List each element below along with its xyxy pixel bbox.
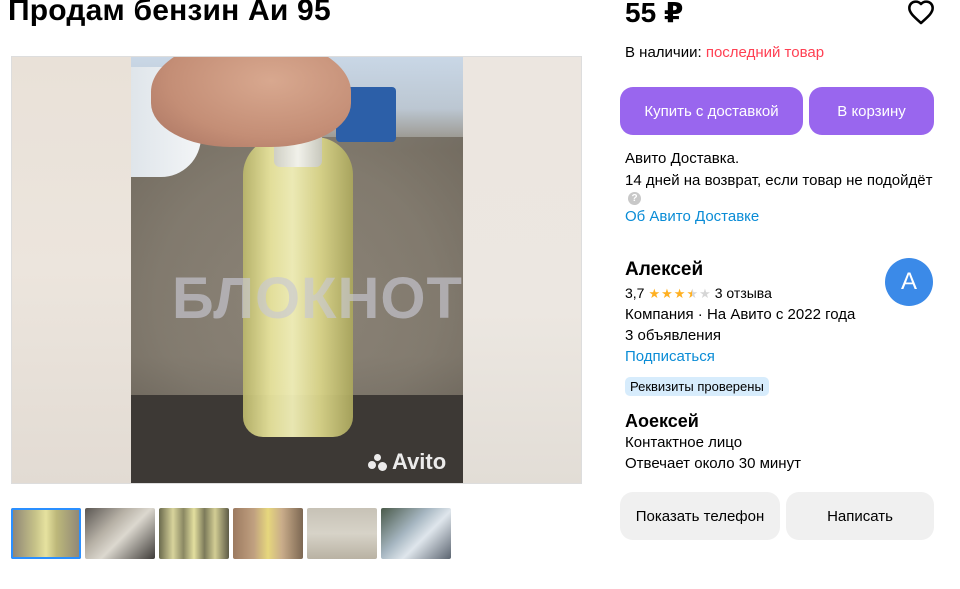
thumbnail-5[interactable] (307, 508, 377, 559)
reviews-count: 3 отзыва (714, 285, 772, 301)
verified-details-badge: Реквизиты проверены (625, 377, 769, 396)
buy-with-delivery-button[interactable]: Купить с доставкой (620, 87, 803, 135)
contact-response-time: Отвечает около 30 минут (625, 455, 801, 472)
info-icon[interactable]: ? (628, 192, 641, 205)
star-half-icon: ★ (686, 285, 699, 301)
subscribe-link[interactable]: Подписаться (625, 348, 715, 365)
delivery-line-2: 14 дней на возврат, если товар не подойд… (625, 172, 933, 189)
availability-status: последний товар (705, 44, 825, 61)
show-phone-button[interactable]: Показать телефон (620, 492, 780, 540)
availability: В наличии: последний товар (625, 44, 824, 61)
add-to-cart-button[interactable]: В корзину (809, 87, 934, 135)
write-message-button[interactable]: Написать (786, 492, 934, 540)
about-delivery-link[interactable]: Об Авито Доставке (625, 208, 759, 225)
thumbnail-strip (11, 508, 451, 559)
delivery-info: Авито Доставка. 14 дней на возврат, если… (625, 148, 933, 192)
price: 55 ₽ (625, 0, 684, 28)
rating-value: 3,7 (625, 285, 645, 301)
thumbnail-1[interactable] (11, 508, 81, 559)
seller-rating[interactable]: 3,7 ★ ★ ★ ★ ★ 3 отзыва (625, 285, 772, 301)
seller-avatar[interactable]: А (885, 258, 933, 306)
avito-watermark-text: Avito (392, 449, 447, 474)
avito-logo-icon (368, 452, 388, 472)
thumbnail-2[interactable] (85, 508, 155, 559)
star-empty-icon: ★ (699, 285, 711, 301)
main-photo-gallery[interactable]: БЛОКНОТ Avito (11, 56, 582, 484)
listing-title: Продам бензин Аи 95 (8, 0, 331, 27)
availability-label: В наличии: (625, 44, 706, 61)
seller-company-line: Компания · На Авито с 2022 года (625, 306, 856, 323)
star-icon: ★ (661, 285, 673, 301)
watermark-text: БЛОКНОТ (172, 266, 463, 331)
photo-hand (151, 57, 351, 147)
thumbnail-4[interactable] (233, 508, 303, 559)
star-icon: ★ (648, 285, 661, 301)
contact-role: Контактное лицо (625, 434, 743, 451)
star-icon: ★ (673, 285, 686, 301)
contact-name: Аоексей (625, 411, 699, 431)
heart-icon[interactable] (907, 0, 935, 25)
delivery-line-1: Авито Доставка. (625, 150, 740, 167)
gallery-blur-right (461, 57, 581, 483)
avito-watermark: Avito (368, 449, 446, 475)
thumbnail-3[interactable] (159, 508, 229, 559)
seller-listings-count: 3 объявления (625, 327, 721, 344)
gallery-blur-left (12, 57, 132, 483)
rating-stars: ★ ★ ★ ★ ★ (648, 287, 710, 300)
seller-name[interactable]: Алексей (625, 259, 703, 281)
thumbnail-6[interactable] (381, 508, 451, 559)
